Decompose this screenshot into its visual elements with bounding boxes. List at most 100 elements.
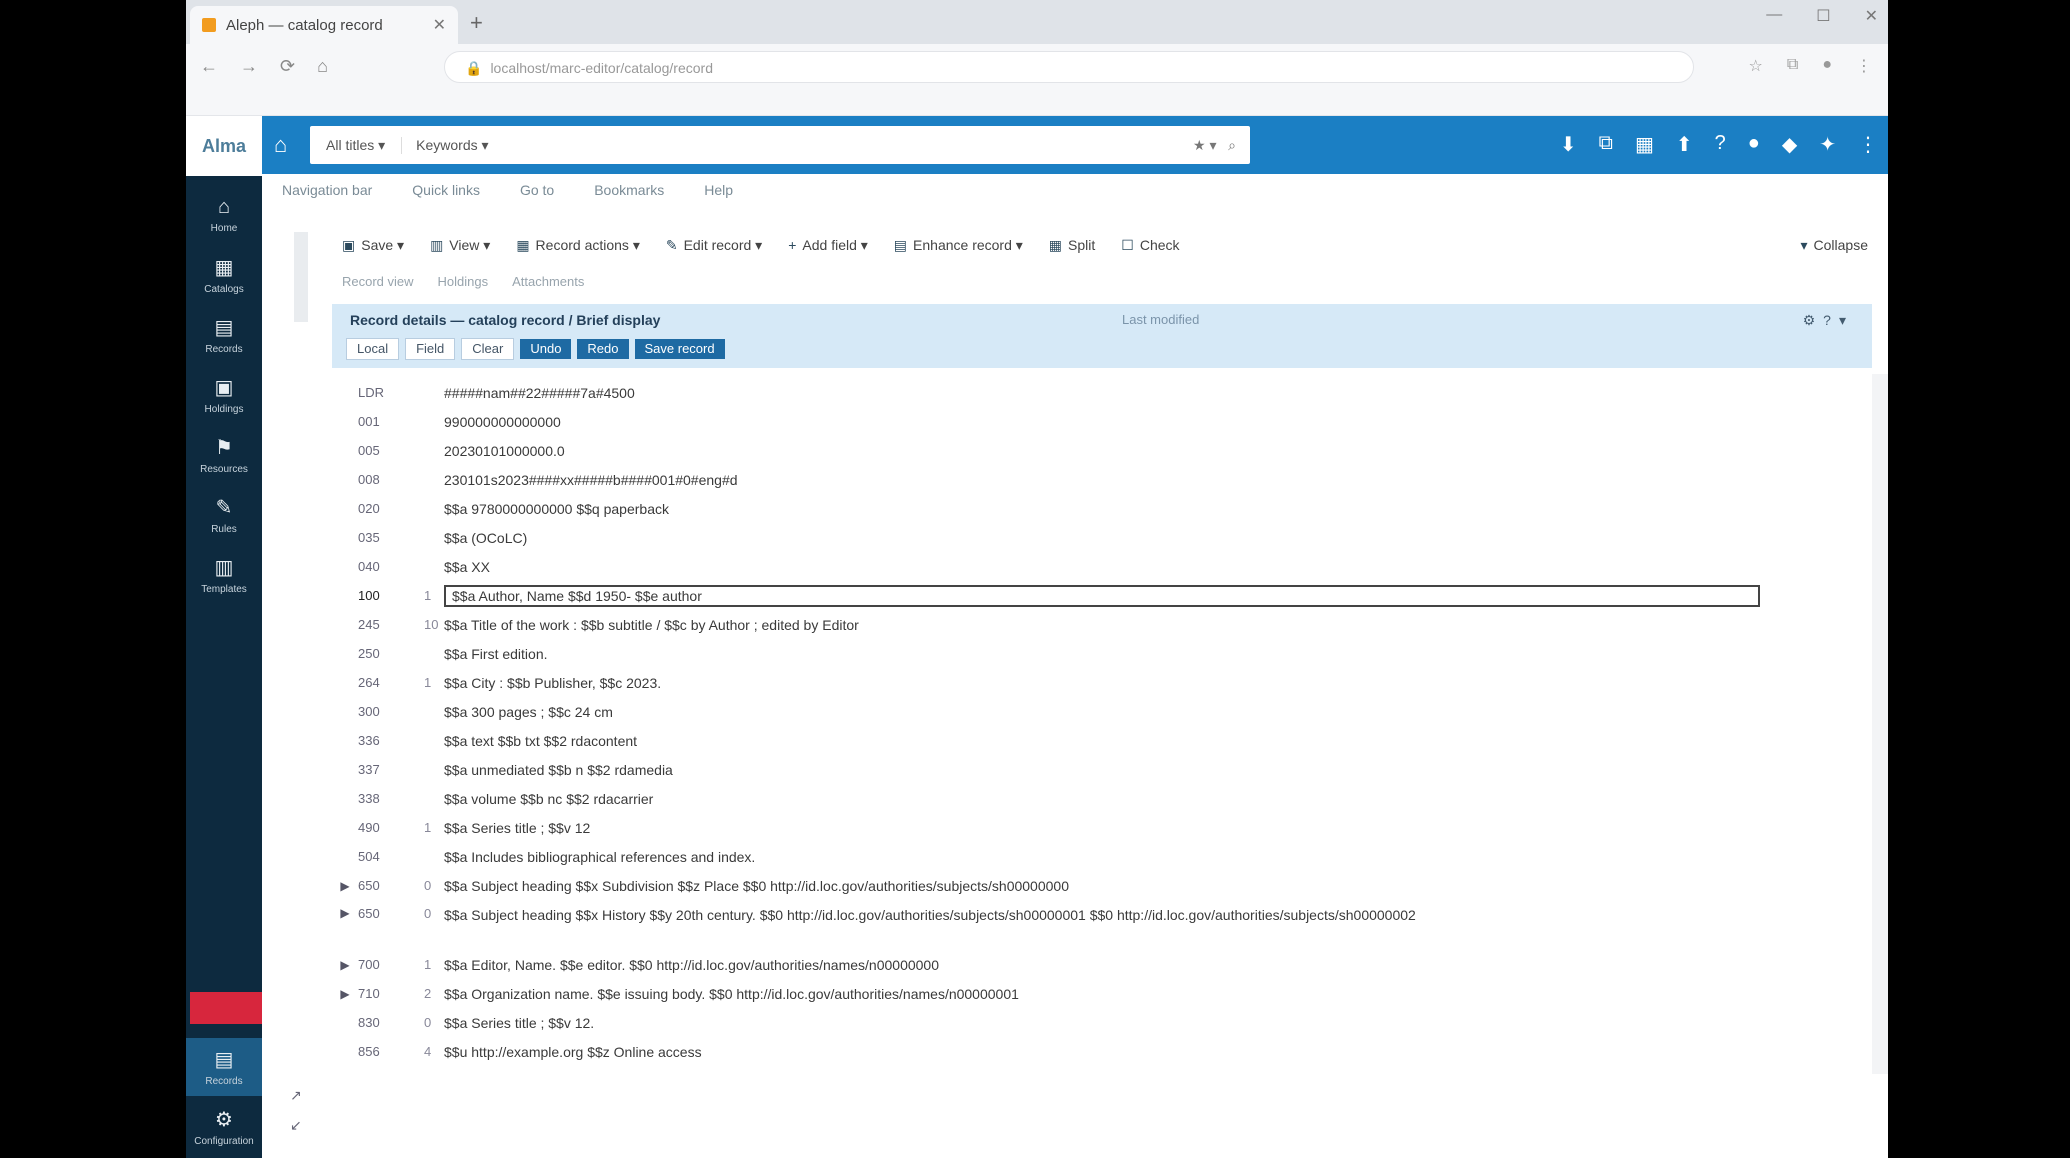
marc-field-row[interactable]: 100 1 $$a Author, Name $$d 1950- $$e autho… (332, 581, 1872, 610)
back-icon[interactable]: ← (200, 56, 218, 77)
marc-field-row[interactable]: 300 $$a 300 pages ; $$c 24 cm (332, 697, 1872, 726)
marc-field-row[interactable]: 250 $$a First edition. (332, 639, 1872, 668)
subnav-item[interactable]: Navigation bar (282, 182, 372, 198)
chevron-down-icon[interactable]: ▾ (1839, 312, 1854, 328)
field-indicator[interactable]: 0 (424, 1015, 444, 1030)
marc-field-row[interactable]: 040 $$a XX (332, 552, 1872, 581)
marc-field-row[interactable]: 020 $$a 9780000000000 $$q paperback (332, 494, 1872, 523)
add-field-button[interactable]: + Add field ▾ (788, 237, 868, 254)
field-content[interactable]: $$a Subject heading $$x Subdivision $$z … (444, 878, 1069, 894)
field-content[interactable]: $$a 300 pages ; $$c 24 cm (444, 704, 613, 720)
field-content[interactable]: 230101s2023####xx#####b####001#0#eng#d (444, 472, 738, 488)
marc-field-row[interactable]: 830 0 $$a Series title ; $$v 12. (332, 1008, 1872, 1037)
expand-icon[interactable]: ▶ (332, 906, 358, 920)
field-tag[interactable]: 100 (358, 588, 424, 603)
sidebar-item-4[interactable]: ⚑ Resources (186, 426, 262, 484)
sidebar-item-3[interactable]: ▣ Holdings (186, 366, 262, 424)
home-icon[interactable]: ⌂ (274, 132, 287, 158)
field-content[interactable]: #####nam##22#####7a#4500 (444, 385, 635, 401)
field-tag[interactable]: 338 (358, 791, 424, 806)
marc-field-row[interactable]: LDR #####nam##22#####7a#4500 (332, 378, 1872, 407)
field-tag[interactable]: 650 (358, 878, 424, 893)
profile-icon[interactable]: ● (1822, 56, 1832, 76)
star-icon[interactable]: ☆ (1749, 56, 1763, 76)
field-indicator[interactable]: 0 (424, 906, 444, 921)
field-content[interactable]: 20230101000000.0 (444, 443, 565, 459)
marc-field-row[interactable]: 264 1 $$a City : $$b Publisher, $$c 2023. (332, 668, 1872, 697)
field-indicator[interactable]: 1 (424, 820, 444, 835)
field-tag[interactable]: 245 (358, 617, 424, 632)
extension-icon[interactable]: ⧉ (1787, 56, 1798, 76)
field-tag[interactable]: 035 (358, 530, 424, 545)
sidebar-item-0[interactable]: ⌂ Home (186, 186, 262, 244)
field-content[interactable]: $$a Editor, Name. $$e editor. $$0 http:/… (444, 957, 939, 973)
notification-tag[interactable] (190, 992, 262, 1024)
save-record-button[interactable]: Save record (634, 339, 725, 359)
field-content[interactable]: $$a 9780000000000 $$q paperback (444, 501, 669, 517)
notifications-icon[interactable]: ◆ (1782, 132, 1797, 157)
tasks-icon[interactable]: ▦ (1635, 132, 1654, 157)
enhance-record-button[interactable]: ▤ Enhance record ▾ (894, 237, 1023, 254)
marc-field-row[interactable]: ▶ 700 1 $$a Editor, Name. $$e editor. $$0 h… (332, 950, 1872, 979)
help-icon[interactable]: ? (1715, 132, 1726, 157)
marc-field-row[interactable]: ▶ 650 0 $$a Subject heading $$x Subdivision… (332, 871, 1872, 900)
arrow-up-icon[interactable]: ↗ (290, 1080, 302, 1110)
breadcrumb-item[interactable]: Holdings (438, 274, 489, 289)
chat-icon[interactable]: ● (1748, 132, 1760, 157)
breadcrumb-item[interactable]: Record view (342, 274, 414, 289)
subnav-item[interactable]: Go to (520, 182, 554, 198)
field-tag[interactable]: 001 (358, 414, 424, 429)
sidebar-item-8[interactable]: ⚙ Configuration (186, 1098, 262, 1156)
check-button[interactable]: ☐ Check (1121, 237, 1179, 254)
app-logo[interactable]: Alma (186, 116, 262, 176)
forward-icon[interactable]: → (240, 56, 258, 77)
field-content[interactable]: $$a XX (444, 559, 490, 575)
marc-field-row[interactable]: 245 10 $$a Title of the work : $$b subtitl… (332, 610, 1872, 639)
field-tag[interactable]: 040 (358, 559, 424, 574)
field-indicator[interactable]: 1 (424, 675, 444, 690)
search-bar[interactable]: All titles ▾ Keywords ▾ ★ ▾ ⌕ (310, 126, 1250, 164)
minimize-icon[interactable]: — (1766, 6, 1782, 26)
field-tag[interactable]: 650 (358, 906, 424, 921)
subnav-item[interactable]: Quick links (412, 182, 480, 198)
field-indicator[interactable]: 2 (424, 986, 444, 1001)
right-scrollbar[interactable] (1872, 374, 1888, 1074)
field-indicator[interactable]: 1 (424, 588, 444, 603)
save-menu-button[interactable]: ▣ Save ▾ (342, 237, 404, 254)
field-content[interactable]: $$a Subject heading $$x History $$y 20th… (444, 906, 1684, 924)
field-content[interactable]: $$a text $$b txt $$2 rdacontent (444, 733, 637, 749)
clear-button[interactable]: Clear (461, 338, 515, 360)
field-tag[interactable]: 020 (358, 501, 424, 516)
field-tag[interactable]: 300 (358, 704, 424, 719)
bell-icon[interactable]: ✦ (1819, 132, 1836, 157)
close-tab-icon[interactable]: ✕ (433, 15, 446, 35)
field-tag[interactable]: 005 (358, 443, 424, 458)
view-menu-button[interactable]: ▥ View ▾ (430, 237, 490, 254)
field-content[interactable]: $$a Series title ; $$v 12. (444, 1015, 594, 1031)
field-select[interactable]: Field (405, 338, 456, 360)
field-content[interactable]: $$a volume $$b nc $$2 rdacarrier (444, 791, 653, 807)
field-tag[interactable]: 830 (358, 1015, 424, 1030)
field-tag[interactable]: 700 (358, 957, 424, 972)
arrow-down-icon[interactable]: ↙ (290, 1110, 302, 1140)
redo-button[interactable]: Redo (577, 339, 629, 359)
reload-icon[interactable]: ⟳ (280, 56, 295, 77)
marc-field-row[interactable]: 856 4 $$u http://example.org $$z Online ac… (332, 1037, 1872, 1066)
sidebar-item-5[interactable]: ✎ Rules (186, 486, 262, 544)
external-link-icon[interactable]: ⧉ (1599, 132, 1613, 157)
settings-icon[interactable]: ⚙ (1803, 312, 1824, 328)
field-content[interactable]: $$a Title of the work : $$b subtitle / $… (444, 617, 859, 633)
field-tag[interactable]: LDR (358, 385, 424, 400)
expand-icon[interactable]: ▶ (332, 987, 358, 1001)
help-icon[interactable]: ? (1823, 312, 1839, 328)
field-content[interactable]: 990000000000000 (444, 414, 561, 430)
field-indicator[interactable]: 0 (424, 878, 444, 893)
undo-button[interactable]: Undo (520, 339, 572, 359)
more-icon[interactable]: ⋮ (1858, 132, 1878, 157)
field-content[interactable]: $$a City : $$b Publisher, $$c 2023. (444, 675, 661, 691)
field-content[interactable]: $$a Includes bibliographical references … (444, 849, 755, 865)
marc-field-row[interactable]: 005 20230101000000.0 (332, 436, 1872, 465)
field-tag[interactable]: 856 (358, 1044, 424, 1059)
marc-field-row[interactable]: ▶ 710 2 $$a Organization name. $$e issuing … (332, 979, 1872, 1008)
field-tag[interactable]: 710 (358, 986, 424, 1001)
